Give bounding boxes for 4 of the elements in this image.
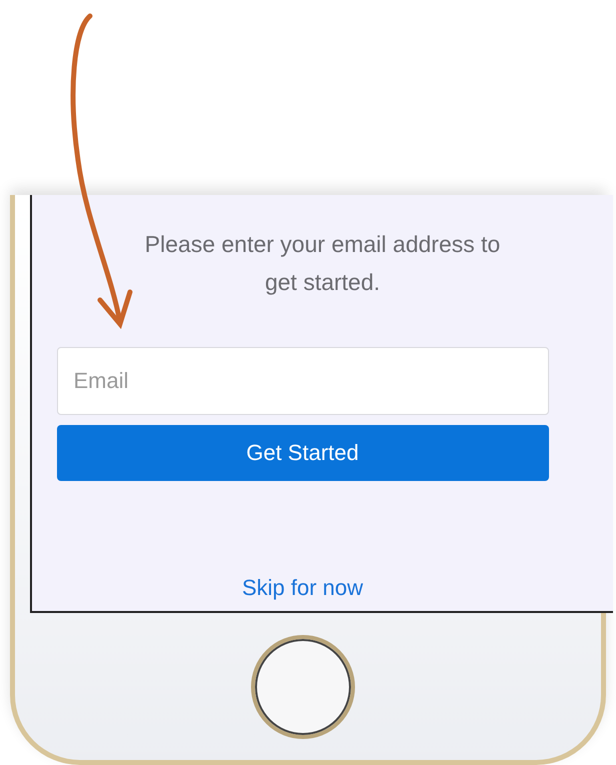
get-started-button[interactable]: Get Started bbox=[56, 425, 548, 481]
instruction-text: Please enter your email address to get started. bbox=[144, 230, 502, 297]
skip-link[interactable]: Skip for now bbox=[242, 575, 364, 601]
email-field[interactable]: Email bbox=[56, 347, 548, 415]
